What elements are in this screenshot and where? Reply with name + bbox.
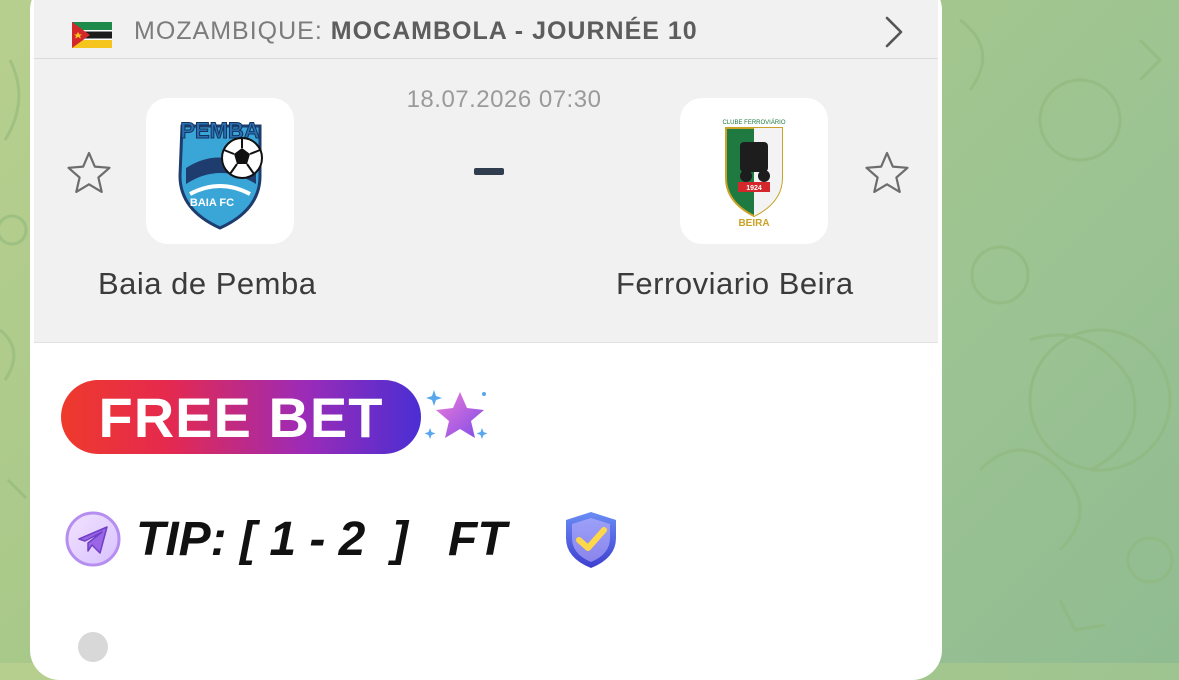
match-datetime: 18.07.2026 07:30 [406,86,602,113]
league-country: MOZAMBIQUE: [134,17,323,45]
away-team-name[interactable]: Ferroviario Beira [616,266,854,302]
mozambique-flag-icon [72,22,112,48]
favorite-home-star-icon[interactable] [66,150,112,196]
baia-fc-crest-icon: PEMBA BAIA FC [178,118,263,230]
home-logo-text-bottom: BAIA FC [190,197,234,209]
away-team-logo[interactable]: 1924 CLUBE FERROVIÁRIO BEIRA [680,98,828,244]
league-header[interactable]: MOZAMBIQUE: MOCAMBOLA - JOURNÉE 10 [34,0,938,59]
free-bet-badge: FREE BET [61,380,421,454]
home-team-logo[interactable]: PEMBA BAIA FC [146,98,294,244]
tip-text: TIP: [ 1 - 2 ] FT [136,513,507,566]
ferroviario-beira-crest-icon: 1924 CLUBE FERROVIÁRIO BEIRA [722,119,785,229]
favorite-away-star-icon[interactable] [864,150,910,196]
away-logo-text-top: CLUBE FERROVIÁRIO [722,119,785,126]
home-team-name[interactable]: Baia de Pemba [98,266,316,302]
match-screenshot: MOZAMBIQUE: MOCAMBOLA - JOURNÉE 10 18.07… [34,0,938,343]
next-line-icon [78,632,108,662]
sparkles-star-icon [424,390,488,439]
chevron-right-icon[interactable] [880,14,908,50]
score-separator [474,168,504,175]
message-card: MOZAMBIQUE: MOCAMBOLA - JOURNÉE 10 18.07… [30,0,942,680]
away-logo-text-bottom: BEIRA [738,218,769,229]
away-logo-year: 1924 [746,185,762,192]
league-title: MOZAMBIQUE: MOCAMBOLA - JOURNÉE 10 [134,17,698,46]
verified-shield-icon [566,512,616,568]
telegram-plane-icon [65,511,121,567]
league-competition: MOCAMBOLA - JOURNÉE 10 [330,17,698,45]
